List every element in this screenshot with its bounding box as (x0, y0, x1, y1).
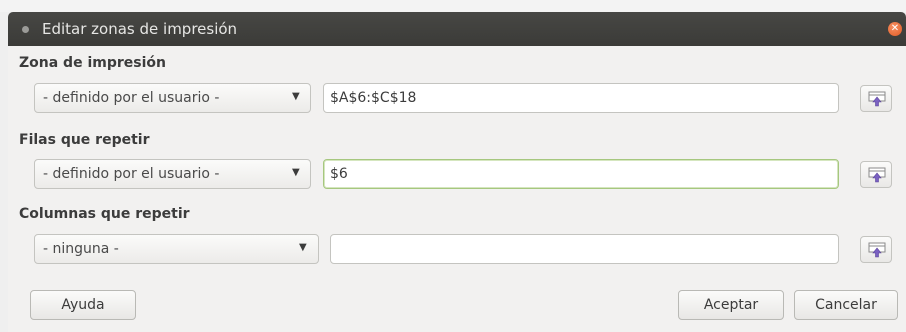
rows-repeat-input[interactable]: $6 (323, 159, 839, 189)
print-range-label: Zona de impresión (19, 55, 166, 71)
dialog-body: Zona de impresión - definido por el usua… (8, 46, 906, 332)
close-icon[interactable]: ✕ (888, 22, 902, 36)
rows-repeat-label: Filas que repetir (19, 132, 150, 148)
chevron-down-icon: ▼ (299, 242, 307, 253)
print-range-shrink-button[interactable] (860, 85, 892, 112)
rows-repeat-combo[interactable]: - definido por el usuario - ▼ (34, 159, 311, 189)
chevron-down-icon: ▼ (292, 91, 300, 102)
print-range-combo[interactable]: - definido por el usuario - ▼ (34, 83, 311, 113)
ok-button[interactable]: Aceptar (678, 290, 784, 320)
print-range-input[interactable]: $A$6:$C$18 (323, 83, 839, 113)
cols-repeat-shrink-button[interactable] (860, 236, 892, 263)
rows-repeat-input-value: $6 (330, 166, 348, 182)
shrink-selector-icon (868, 91, 886, 107)
print-range-combo-value: - definido por el usuario - (43, 90, 220, 106)
cols-repeat-input[interactable] (330, 234, 839, 264)
background-strip (0, 0, 906, 12)
cols-repeat-combo[interactable]: - ninguna - ▼ (34, 234, 319, 264)
chevron-down-icon: ▼ (292, 167, 300, 178)
shrink-selector-icon (868, 167, 886, 183)
help-button[interactable]: Ayuda (30, 290, 136, 320)
cols-repeat-combo-value: - ninguna - (43, 241, 119, 257)
rows-repeat-shrink-button[interactable] (860, 161, 892, 188)
title-bar[interactable]: Editar zonas de impresión ✕ (8, 12, 906, 46)
cancel-button[interactable]: Cancelar (794, 290, 898, 320)
cols-repeat-label: Columnas que repetir (19, 206, 190, 222)
rows-repeat-combo-value: - definido por el usuario - (43, 166, 220, 182)
window-title: Editar zonas de impresión (42, 20, 238, 38)
shrink-selector-icon (868, 242, 886, 258)
window-menu-icon[interactable] (22, 26, 29, 33)
print-range-input-value: $A$6:$C$18 (330, 90, 417, 106)
